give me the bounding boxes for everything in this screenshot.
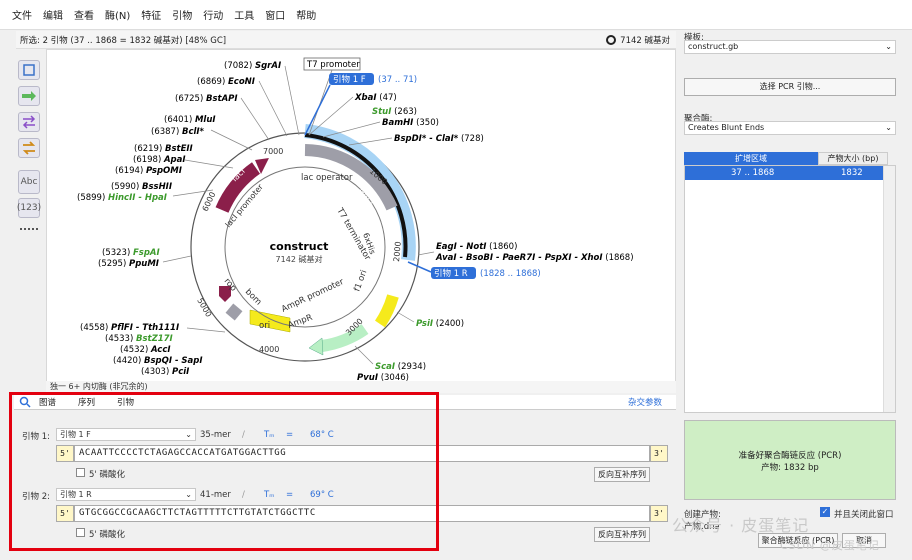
svg-text:BamHI (350): BamHI (350) — [382, 118, 439, 128]
enzyme-sgrai: SgrAI — [255, 61, 281, 71]
svg-text:(4533) BstZ17I: (4533) BstZ17I — [105, 334, 173, 344]
watermark-csdn: CSDN @皮蛋笔记 — [780, 539, 880, 552]
left-toolbar: Abc (123) — [0, 30, 46, 390]
tick-6000: 6000 — [201, 191, 218, 213]
bom-label: bom — [243, 287, 263, 307]
menu-features[interactable]: 特征 — [141, 7, 161, 22]
circle-map-icon — [606, 34, 617, 45]
svg-text:(4558) PflFI - Tth111I: (4558) PflFI - Tth111I — [80, 323, 179, 333]
svg-text:XbaI (47): XbaI (47) — [354, 93, 397, 103]
svg-text:PsiI (2400): PsiI (2400) — [416, 319, 464, 329]
enzyme-set-label[interactable]: 独一 6+ 内切酶 (非冗余的) — [50, 382, 148, 391]
plasmid-name: construct — [270, 240, 329, 253]
svg-text:(6219) BstEII: (6219) BstEII — [134, 144, 193, 154]
f1-ori-feature[interactable] — [374, 294, 399, 328]
close-window-checkbox[interactable]: ✓ — [820, 507, 830, 517]
amplicon-range: 37 .. 1868 — [731, 168, 775, 178]
primer2-3prime: 3' — [650, 505, 668, 522]
svg-text:BspDI* - ClaI* (728): BspDI* - ClaI* (728) — [394, 134, 484, 144]
list-scrollbar[interactable] — [883, 166, 895, 412]
menu-view[interactable]: 查看 — [74, 7, 94, 22]
ori-label: ori — [259, 321, 270, 331]
primer1-revcomp-button[interactable]: 反向互补序列 — [594, 467, 650, 482]
menu-enzymes[interactable]: 酶(N) — [105, 7, 130, 22]
highlight-box — [9, 392, 439, 551]
primer-f-name: 引物 1 F — [333, 74, 366, 85]
svg-text:(6194) PspOMI: (6194) PspOMI — [115, 166, 182, 176]
tick-7000: 7000 — [263, 147, 283, 156]
svg-text:EagI - NotI (1860): EagI - NotI (1860) — [436, 242, 517, 252]
svg-text:(4532) AccI: (4532) AccI — [120, 345, 171, 355]
menu-file[interactable]: 文件 — [12, 7, 32, 22]
primer2-revcomp-button[interactable]: 反向互补序列 — [594, 527, 650, 542]
menu-primers[interactable]: 引物 — [172, 7, 192, 22]
pcr-product-text: 产物: 1832 bp — [761, 463, 819, 473]
svg-text:(6387) BclI*: (6387) BclI* — [151, 127, 205, 137]
choose-primers-button[interactable]: 选择 PCR 引物... — [684, 78, 896, 96]
menu-window[interactable]: 窗口 — [265, 7, 285, 22]
svg-text:(4420) BspQI - SapI: (4420) BspQI - SapI — [113, 356, 203, 366]
svg-text:(6198) ApaI: (6198) ApaI — [133, 155, 186, 165]
f1-ori-label: f1 ori — [352, 269, 369, 293]
svg-text:(5899) HincII - HpaI: (5899) HincII - HpaI — [77, 193, 167, 203]
plasmid-map[interactable]: lacI lacI promoter lac operator NRF2 T7 … — [47, 50, 677, 392]
tick-5000: 5000 — [195, 297, 213, 319]
primer1-3prime: 3' — [650, 445, 668, 462]
bom-feature[interactable] — [225, 303, 243, 321]
svg-text:(5295) PpuMI: (5295) PpuMI — [98, 259, 159, 269]
select-tool-icon[interactable] — [18, 60, 40, 80]
number-button[interactable]: (123) — [17, 198, 41, 218]
close-window-label: 并且关闭此窗口 — [834, 510, 894, 520]
svg-text:(4303) PciI: (4303) PciI — [141, 367, 189, 377]
primer-r-range: (1828 .. 1868) — [480, 269, 541, 279]
pcr-ready-text: 准备好聚合酶链反应 (PCR) — [738, 451, 842, 461]
t7-promoter-label: T7 promoter — [306, 60, 360, 70]
menu-edit[interactable]: 编辑 — [43, 7, 63, 22]
tick-2000: 2000 — [392, 241, 403, 262]
plasmid-map-view[interactable]: lacI lacI promoter lac operator NRF2 T7 … — [46, 49, 676, 391]
primer-f-range: (37 .. 71) — [378, 75, 417, 85]
amplicon-size: 1832 — [841, 168, 863, 178]
abc-button[interactable]: Abc — [18, 170, 40, 194]
ampr-label: AmpR — [287, 313, 314, 331]
total-length: 7142 碱基对 — [620, 35, 670, 46]
selection-info-bar: 所选: 2 引物 (37 .. 1868 = 1832 碱基对) [48% GC… — [16, 31, 676, 49]
svg-text:(6869) EcoNI: (6869) EcoNI — [197, 77, 255, 87]
chevron-down-icon: ⌄ — [885, 42, 892, 51]
pcr-status-panel: 准备好聚合酶链反应 (PCR) 产物: 1832 bp — [684, 420, 896, 500]
primer-r-name: 引物 1 R — [434, 268, 468, 279]
selection-text: 所选: 2 引物 (37 .. 1868 = 1832 碱基对) [48% GC… — [20, 35, 227, 46]
chevron-down-icon: ⌄ — [885, 123, 892, 132]
svg-text:(6401) MluI: (6401) MluI — [164, 115, 216, 125]
svg-text:(5323) FspAI: (5323) FspAI — [102, 248, 160, 258]
svg-text:ScaI (2934): ScaI (2934) — [375, 362, 426, 372]
swap-icon[interactable] — [18, 112, 40, 132]
amplicon-list[interactable]: 37 .. 1868 1832 — [684, 165, 896, 413]
amplicon-row[interactable]: 37 .. 1868 1832 — [685, 166, 883, 180]
lac-operator-label: lac operator — [301, 173, 353, 183]
tick-4000: 4000 — [259, 345, 279, 354]
column-product-size[interactable]: 产物大小 (bp) — [818, 152, 888, 165]
watermark: 公众号 · 皮蛋笔记 — [672, 516, 810, 535]
menu-actions[interactable]: 行动 — [203, 7, 223, 22]
menu-tools[interactable]: 工具 — [234, 7, 254, 22]
svg-text:(5990) BssHII: (5990) BssHII — [111, 182, 172, 192]
menu-bar: 文件 编辑 查看 酶(N) 特征 引物 行动 工具 窗口 帮助 — [0, 0, 912, 30]
primer-arrows-icon[interactable] — [18, 138, 40, 158]
ampr-promoter-label: AmpR promoter — [280, 277, 346, 315]
svg-text:StuI (263): StuI (263) — [372, 107, 417, 117]
svg-text:(7082) SgrAI: (7082) SgrAI — [224, 61, 281, 71]
template-select[interactable]: construct.gb ⌄ — [684, 40, 896, 54]
menu-help[interactable]: 帮助 — [296, 7, 316, 22]
column-amplified-region[interactable]: 扩增区域 — [684, 152, 818, 165]
svg-text:AvaI - BsoBI - PaeR7I - PspXI: AvaI - BsoBI - PaeR7I - PspXI - XhoI (18… — [435, 253, 634, 263]
svg-text:(6725) BstAPI: (6725) BstAPI — [175, 94, 238, 104]
arrow-right-icon[interactable] — [18, 86, 40, 106]
plasmid-size: 7142 碱基对 — [276, 254, 323, 264]
hybridization-params-link[interactable]: 杂交参数 — [628, 396, 662, 408]
polymerase-select[interactable]: Creates Blunt Ends ⌄ — [684, 121, 896, 135]
more-dots-icon[interactable] — [20, 228, 38, 230]
